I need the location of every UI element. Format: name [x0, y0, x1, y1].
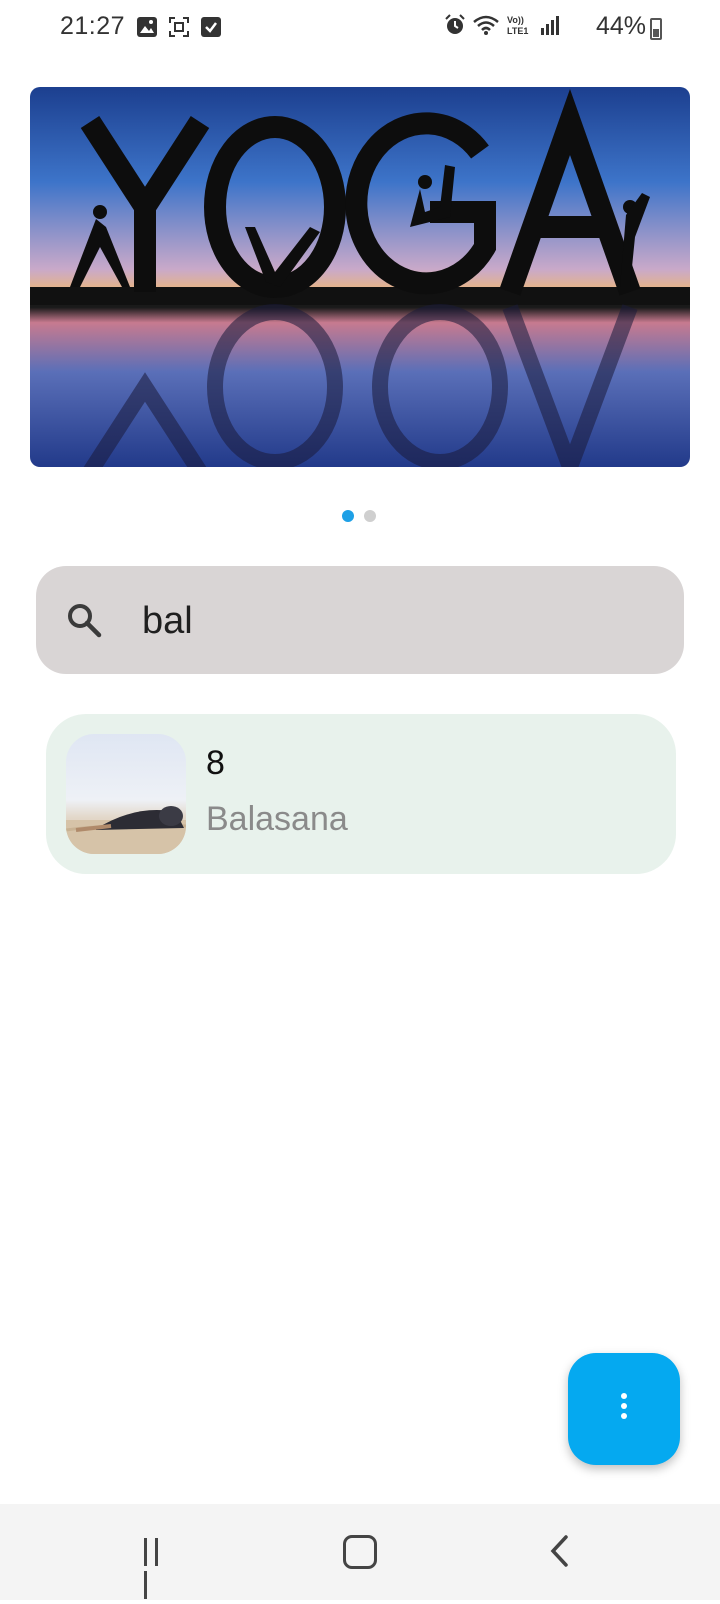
- yoga-banner-image[interactable]: [30, 87, 690, 467]
- carousel-dot[interactable]: [364, 510, 376, 522]
- system-nav-bar: [0, 1504, 720, 1600]
- battery-icon: [650, 18, 662, 40]
- notification-icons: [136, 16, 222, 38]
- search-icon: [66, 602, 102, 643]
- signal-icon: [540, 14, 560, 41]
- more-vertical-icon: [620, 1393, 628, 1423]
- carousel-dot-active[interactable]: [342, 510, 354, 522]
- carousel-indicator: [342, 510, 376, 522]
- banner-artwork: [30, 88, 690, 467]
- back-button[interactable]: [548, 1534, 570, 1573]
- pose-number: 8: [206, 744, 225, 782]
- screenshot-icon: [168, 16, 190, 38]
- recent-apps-button[interactable]: [144, 1538, 174, 1599]
- more-options-button[interactable]: [568, 1353, 680, 1465]
- volte-icon: Vo)) LTE1: [506, 14, 534, 41]
- search-bar[interactable]: [36, 566, 684, 674]
- svg-text:LTE1: LTE1: [507, 26, 528, 36]
- system-icons: Vo)) LTE1: [444, 14, 560, 41]
- gallery-icon: [136, 16, 158, 38]
- task-icon: [200, 16, 222, 38]
- wifi-icon: [472, 14, 500, 41]
- pose-thumbnail: [66, 734, 186, 854]
- search-input[interactable]: [140, 588, 644, 654]
- pose-name: Balasana: [206, 800, 348, 838]
- status-time: 21:27: [60, 12, 126, 40]
- battery-percent: 44%: [595, 12, 646, 40]
- list-item[interactable]: 8 Balasana: [46, 714, 676, 874]
- alarm-icon: [444, 14, 466, 41]
- svg-text:Vo)): Vo)): [507, 15, 524, 25]
- status-bar: 21:27 Vo)) LTE1 44%: [0, 0, 720, 56]
- home-button[interactable]: [343, 1535, 377, 1569]
